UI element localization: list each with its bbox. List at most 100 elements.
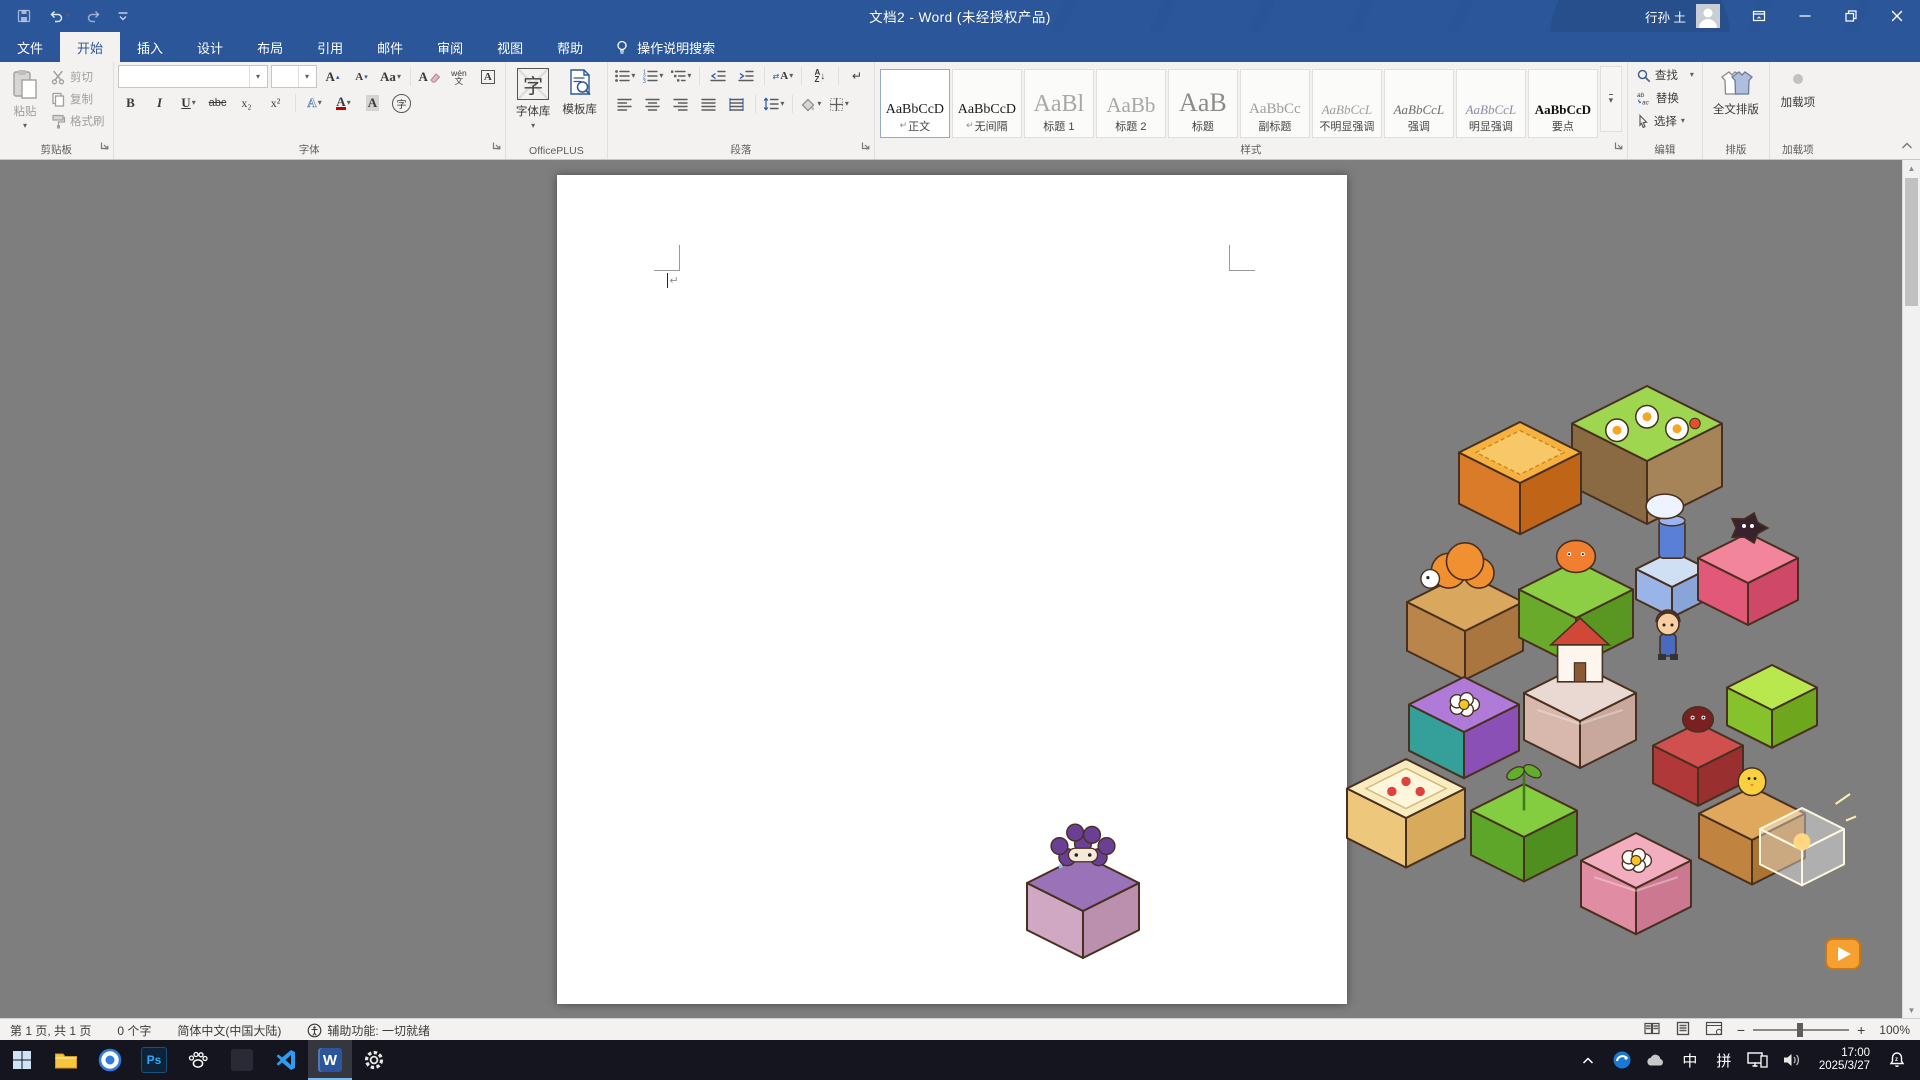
text-effects-button[interactable]: A▾	[302, 92, 328, 114]
style-标题 2[interactable]: AaBb 标题 2	[1096, 69, 1166, 138]
tab-设计[interactable]: 设计	[180, 32, 240, 62]
accessibility-status[interactable]: 辅助功能: 一切就绪	[307, 1022, 430, 1039]
style-强调[interactable]: AaBbCcL 强调	[1384, 69, 1454, 138]
superscript-button[interactable]: x²	[263, 92, 289, 114]
shading-button[interactable]: ▾	[798, 93, 824, 115]
replace-button[interactable]: abac替换	[1632, 88, 1698, 108]
addins-button[interactable]: 加载项	[1774, 65, 1822, 141]
strikethrough-button[interactable]: abc	[205, 92, 231, 114]
web-layout-button[interactable]	[1705, 1021, 1723, 1039]
shrink-font-button[interactable]: A▾	[349, 66, 375, 88]
style-正文[interactable]: AaBbCcD ↵正文	[880, 69, 950, 138]
numbering-button[interactable]: 123▾	[640, 65, 666, 87]
taskbar-dark-app[interactable]	[220, 1040, 264, 1080]
word-count[interactable]: 0 个字	[117, 1022, 151, 1039]
asian-layout-button[interactable]: ⇄A▾	[770, 65, 796, 87]
zoom-in-button[interactable]: +	[1857, 1022, 1865, 1038]
align-left-button[interactable]	[612, 93, 638, 115]
cut-button[interactable]: 剪切	[46, 67, 109, 87]
tell-me-search[interactable]: 操作说明搜索	[614, 32, 715, 62]
tab-帮助[interactable]: 帮助	[540, 32, 600, 62]
enclose-characters-button[interactable]: 字	[389, 92, 415, 114]
zoom-level[interactable]: 100%	[1879, 1023, 1910, 1037]
pinyin-indicator[interactable]: 拼	[1709, 1040, 1739, 1080]
scroll-down-arrow[interactable]: ▼	[1903, 1002, 1920, 1018]
tab-插入[interactable]: 插入	[120, 32, 180, 62]
collapse-ribbon-button[interactable]	[1900, 137, 1914, 155]
line-spacing-button[interactable]: ▾	[761, 93, 787, 115]
taskbar-settings[interactable]	[352, 1040, 396, 1080]
borders-button[interactable]: ▾	[826, 93, 852, 115]
close-button[interactable]	[1874, 0, 1920, 32]
taskbar-browser[interactable]	[88, 1040, 132, 1080]
font-color-button[interactable]: A▾	[331, 92, 357, 114]
notifications-icon[interactable]: z	[1882, 1040, 1912, 1080]
tab-视图[interactable]: 视图	[480, 32, 540, 62]
network-devices-icon[interactable]	[1743, 1040, 1773, 1080]
bold-button[interactable]: B	[118, 92, 144, 114]
style-无间隔[interactable]: AaBbCcD ↵无间隔	[952, 69, 1022, 138]
volume-icon[interactable]	[1777, 1040, 1807, 1080]
ribbon-display-options-button[interactable]	[1736, 0, 1782, 32]
increase-indent-button[interactable]	[733, 65, 759, 87]
format-painter-button[interactable]: 格式刷	[46, 111, 109, 131]
tray-app-icon[interactable]	[1607, 1040, 1637, 1080]
font-name-combobox[interactable]: ▾	[118, 65, 268, 88]
distribute-button[interactable]	[724, 93, 750, 115]
tab-file[interactable]: 文件	[0, 32, 60, 62]
copy-button[interactable]: 复制	[46, 89, 109, 109]
taskbar-paw-app[interactable]	[176, 1040, 220, 1080]
phonetic-guide-button[interactable]: wén文	[446, 66, 472, 88]
vertical-scrollbar[interactable]: ▲ ▼	[1902, 160, 1920, 1018]
account-name[interactable]: 行孙 土	[1645, 7, 1686, 26]
font-dialog-launcher[interactable]	[491, 138, 502, 156]
style-明显强调[interactable]: AaBbCcL 明显强调	[1456, 69, 1526, 138]
change-case-button[interactable]: Aa▾	[378, 66, 404, 88]
paste-button[interactable]: 粘贴 ▾	[4, 65, 46, 141]
avatar[interactable]	[1696, 4, 1720, 28]
style-要点[interactable]: AaBbCcD 要点	[1528, 69, 1598, 138]
style-标题 1[interactable]: AaBl 标题 1	[1024, 69, 1094, 138]
save-button[interactable]	[16, 8, 32, 24]
character-border-button[interactable]: A	[475, 66, 501, 88]
align-right-button[interactable]	[668, 93, 694, 115]
subscript-button[interactable]: x₂	[234, 92, 260, 114]
clock[interactable]: 17:00 2025/3/27	[1811, 1047, 1878, 1073]
justify-button[interactable]	[696, 93, 722, 115]
tab-开始[interactable]: 开始	[60, 32, 120, 62]
find-button[interactable]: 查找▾	[1632, 65, 1698, 85]
show-hide-marks-button[interactable]: ↵	[844, 65, 870, 87]
taskbar-word[interactable]: W	[308, 1040, 352, 1080]
zoom-out-button[interactable]: −	[1737, 1022, 1745, 1038]
character-shading-button[interactable]: A	[360, 92, 386, 114]
taskbar-photoshop[interactable]: Ps	[132, 1040, 176, 1080]
font-size-combobox[interactable]: ▾	[271, 65, 317, 88]
full-text-layout-button[interactable]: 全文排版	[1707, 65, 1765, 141]
onedrive-icon[interactable]	[1641, 1040, 1671, 1080]
tray-expand-chevron[interactable]	[1573, 1040, 1603, 1080]
tab-审阅[interactable]: 审阅	[420, 32, 480, 62]
style-标题[interactable]: AaB 标题	[1168, 69, 1238, 138]
tab-布局[interactable]: 布局	[240, 32, 300, 62]
styles-more-button[interactable]: ▾	[1600, 66, 1622, 132]
read-mode-button[interactable]	[1643, 1021, 1661, 1039]
zoom-thumb[interactable]	[1797, 1023, 1803, 1037]
scroll-up-arrow[interactable]: ▲	[1903, 160, 1920, 176]
font-library-button[interactable]: 字 字体库 ▾	[510, 65, 557, 141]
select-button[interactable]: 选择▾	[1632, 111, 1698, 131]
styles-dialog-launcher[interactable]	[1613, 138, 1624, 156]
clear-formatting-button[interactable]: A	[417, 66, 443, 88]
minimize-button[interactable]	[1782, 0, 1828, 32]
taskbar-vscode[interactable]	[264, 1040, 308, 1080]
undo-button[interactable]: ▾	[48, 8, 70, 24]
customize-qat-button[interactable]	[118, 10, 128, 22]
italic-button[interactable]: I	[147, 92, 173, 114]
template-library-button[interactable]: 模板库	[556, 65, 603, 141]
redo-button[interactable]	[86, 8, 102, 24]
document-page[interactable]: ↵	[557, 175, 1347, 1004]
scrollbar-thumb[interactable]	[1905, 178, 1918, 306]
ime-indicator[interactable]: 中	[1675, 1040, 1705, 1080]
tab-引用[interactable]: 引用	[300, 32, 360, 62]
print-layout-button[interactable]	[1675, 1021, 1691, 1039]
clipboard-dialog-launcher[interactable]	[99, 138, 110, 156]
